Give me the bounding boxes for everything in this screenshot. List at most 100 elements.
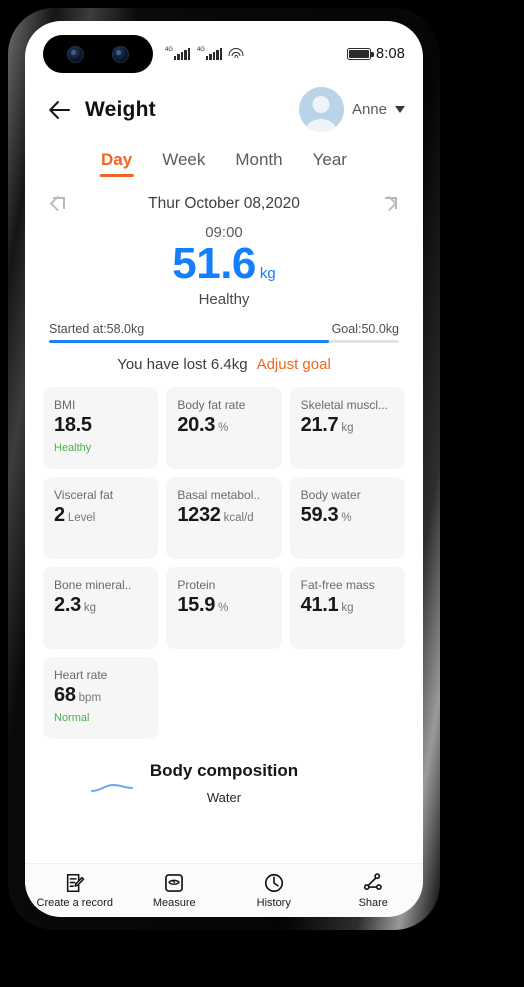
bottom-navigation-bar: Create a record Measure History Share [25, 863, 423, 917]
camera-lens-left [67, 45, 84, 63]
cellular-signal-icon-2: 4G [196, 47, 222, 60]
metric-value-row: 20.3% [177, 414, 271, 437]
metric-card-heart-rate[interactable]: Heart rate 68 bpm Normal [43, 657, 159, 739]
nav-label: Measure [152, 897, 196, 909]
profile-name: Anne [351, 101, 387, 118]
avatar [298, 87, 344, 132]
cellular-signal-icon-1: 4G [165, 47, 190, 60]
metric-value-row: 2.3 kg [54, 594, 148, 617]
tab-year[interactable]: Year [313, 150, 347, 177]
app-content: Weight Anne Day Week Month Year Thur Oct… [25, 73, 423, 863]
metric-label: Heart rate [54, 668, 108, 682]
clock-icon [263, 872, 285, 894]
weight-value-row: 51.6 kg [25, 242, 423, 286]
back-button[interactable] [43, 93, 77, 127]
next-day-button[interactable] [379, 193, 401, 215]
tab-day[interactable]: Day [101, 150, 132, 177]
metric-value: 2 [54, 504, 65, 526]
metric-card-skeletal-muscle[interactable]: Skeletal muscl... 21.7 kg [289, 387, 405, 469]
page-title: Weight [85, 97, 156, 121]
metric-unit: kcal/d [223, 512, 254, 524]
metric-value: 21.7 [300, 414, 339, 436]
weight-readout: 09:00 51.6 kg Healthy [25, 215, 423, 308]
camera-lens-right [112, 45, 129, 63]
metric-status: Normal [54, 712, 90, 724]
profile-selector[interactable]: Anne [298, 87, 405, 132]
body-composition-title: Body composition [149, 761, 299, 780]
nav-label: Share [358, 897, 388, 909]
metric-value: 20.3 [177, 414, 216, 436]
phone-frame: 4G 4G 8:08 Weight Anne Day Week Month Ye… [8, 8, 440, 930]
metric-unit: kg [341, 422, 354, 434]
nav-item-share[interactable]: Share [324, 872, 424, 909]
previous-day-button[interactable] [47, 193, 69, 215]
metric-value-row: 1232 kcal/d [177, 504, 271, 527]
tab-week[interactable]: Week [162, 150, 205, 177]
wifi-icon [228, 48, 244, 60]
metric-value: 15.9 [177, 594, 216, 616]
metric-label: Body fat rate [177, 398, 246, 412]
metric-unit: % [341, 512, 352, 524]
metric-value-row: 59.3% [301, 504, 395, 527]
metric-card-body-fat-rate[interactable]: Body fat rate 20.3% [166, 387, 282, 469]
goal-summary-row: You have lost 6.4kg Adjust goal [49, 356, 399, 373]
metric-card-fat-free-mass[interactable]: Fat-free mass 41.1 kg [289, 567, 405, 649]
metric-unit: bpm [78, 692, 102, 704]
metric-label: Fat-free mass [300, 578, 375, 592]
metric-value: 1232 [177, 504, 221, 526]
metric-card-protein[interactable]: Protein 15.9% [166, 567, 282, 649]
metric-value: 2.3 [54, 594, 81, 616]
metric-value-row: 41.1 kg [301, 594, 395, 617]
metrics-grid: BMI 18.5 Healthy Body fat rate 20.3% Ske… [25, 373, 423, 739]
network-type-label-1: 4G [165, 47, 174, 53]
nav-label: History [256, 897, 291, 909]
metric-value: 68 [54, 684, 76, 706]
goal-progress-track [49, 340, 399, 343]
nav-item-history[interactable]: History [224, 872, 324, 909]
metric-unit: Level [67, 512, 96, 524]
metric-card-visceral-fat[interactable]: Visceral fat 2 Level [43, 477, 159, 559]
metric-card-bmi[interactable]: BMI 18.5 Healthy [43, 387, 159, 469]
goal-progress-fill [49, 340, 329, 343]
metric-value-row: 21.7 kg [301, 414, 395, 437]
metric-label: Body water [300, 488, 361, 502]
metric-label: Visceral fat [54, 488, 114, 502]
chevron-down-icon [395, 106, 405, 113]
adjust-goal-link[interactable]: Adjust goal [257, 356, 331, 373]
metric-value-row: 18.5 [54, 414, 148, 437]
metric-value-row: 15.9% [177, 594, 271, 617]
nav-item-create-a-record[interactable]: Create a record [25, 872, 125, 909]
metric-card-basal-metabolism[interactable]: Basal metabol.. 1232 kcal/d [166, 477, 282, 559]
goal-summary-text: You have lost 6.4kg [117, 356, 248, 373]
metric-status: Healthy [54, 442, 92, 454]
current-date-label: Thur October 08,2020 [148, 195, 300, 212]
status-bar-clock: 8:08 [375, 46, 405, 62]
metric-card-body-water[interactable]: Body water 59.3% [289, 477, 405, 559]
battery-icon [346, 48, 374, 60]
metric-unit: kg [341, 602, 354, 614]
weight-status: Healthy [198, 291, 250, 308]
date-selector: Thur October 08,2020 [25, 177, 423, 215]
metric-unit: kg [83, 602, 97, 614]
tab-month[interactable]: Month [235, 150, 282, 177]
period-tabs: Day Week Month Year [25, 136, 423, 177]
chevron-left-icon [49, 195, 66, 212]
app-header: Weight Anne [25, 73, 423, 136]
weight-value: 51.6 [172, 239, 256, 288]
goal-start-label: Started at:58.0kg [49, 322, 145, 336]
phone-screen: 4G 4G 8:08 Weight Anne Day Week Month Ye… [25, 21, 423, 917]
nav-item-measure[interactable]: Measure [125, 872, 225, 909]
note-edit-icon [64, 872, 86, 894]
network-type-label-2: 4G [196, 47, 205, 53]
status-bar-right: 8:08 [346, 46, 405, 62]
goal-target-label: Goal:50.0kg [331, 322, 399, 336]
metric-unit: % [218, 422, 229, 434]
weight-unit: kg [259, 265, 276, 282]
front-camera-cutout [43, 35, 153, 73]
metric-card-bone-mineral[interactable]: Bone mineral.. 2.3 kg [43, 567, 159, 649]
body-composition-legend-line [91, 783, 133, 793]
nav-label: Create a record [36, 897, 113, 909]
metric-label: BMI [54, 398, 76, 412]
goal-labels: Started at:58.0kg Goal:50.0kg [49, 322, 399, 336]
back-arrow-icon [48, 99, 72, 121]
